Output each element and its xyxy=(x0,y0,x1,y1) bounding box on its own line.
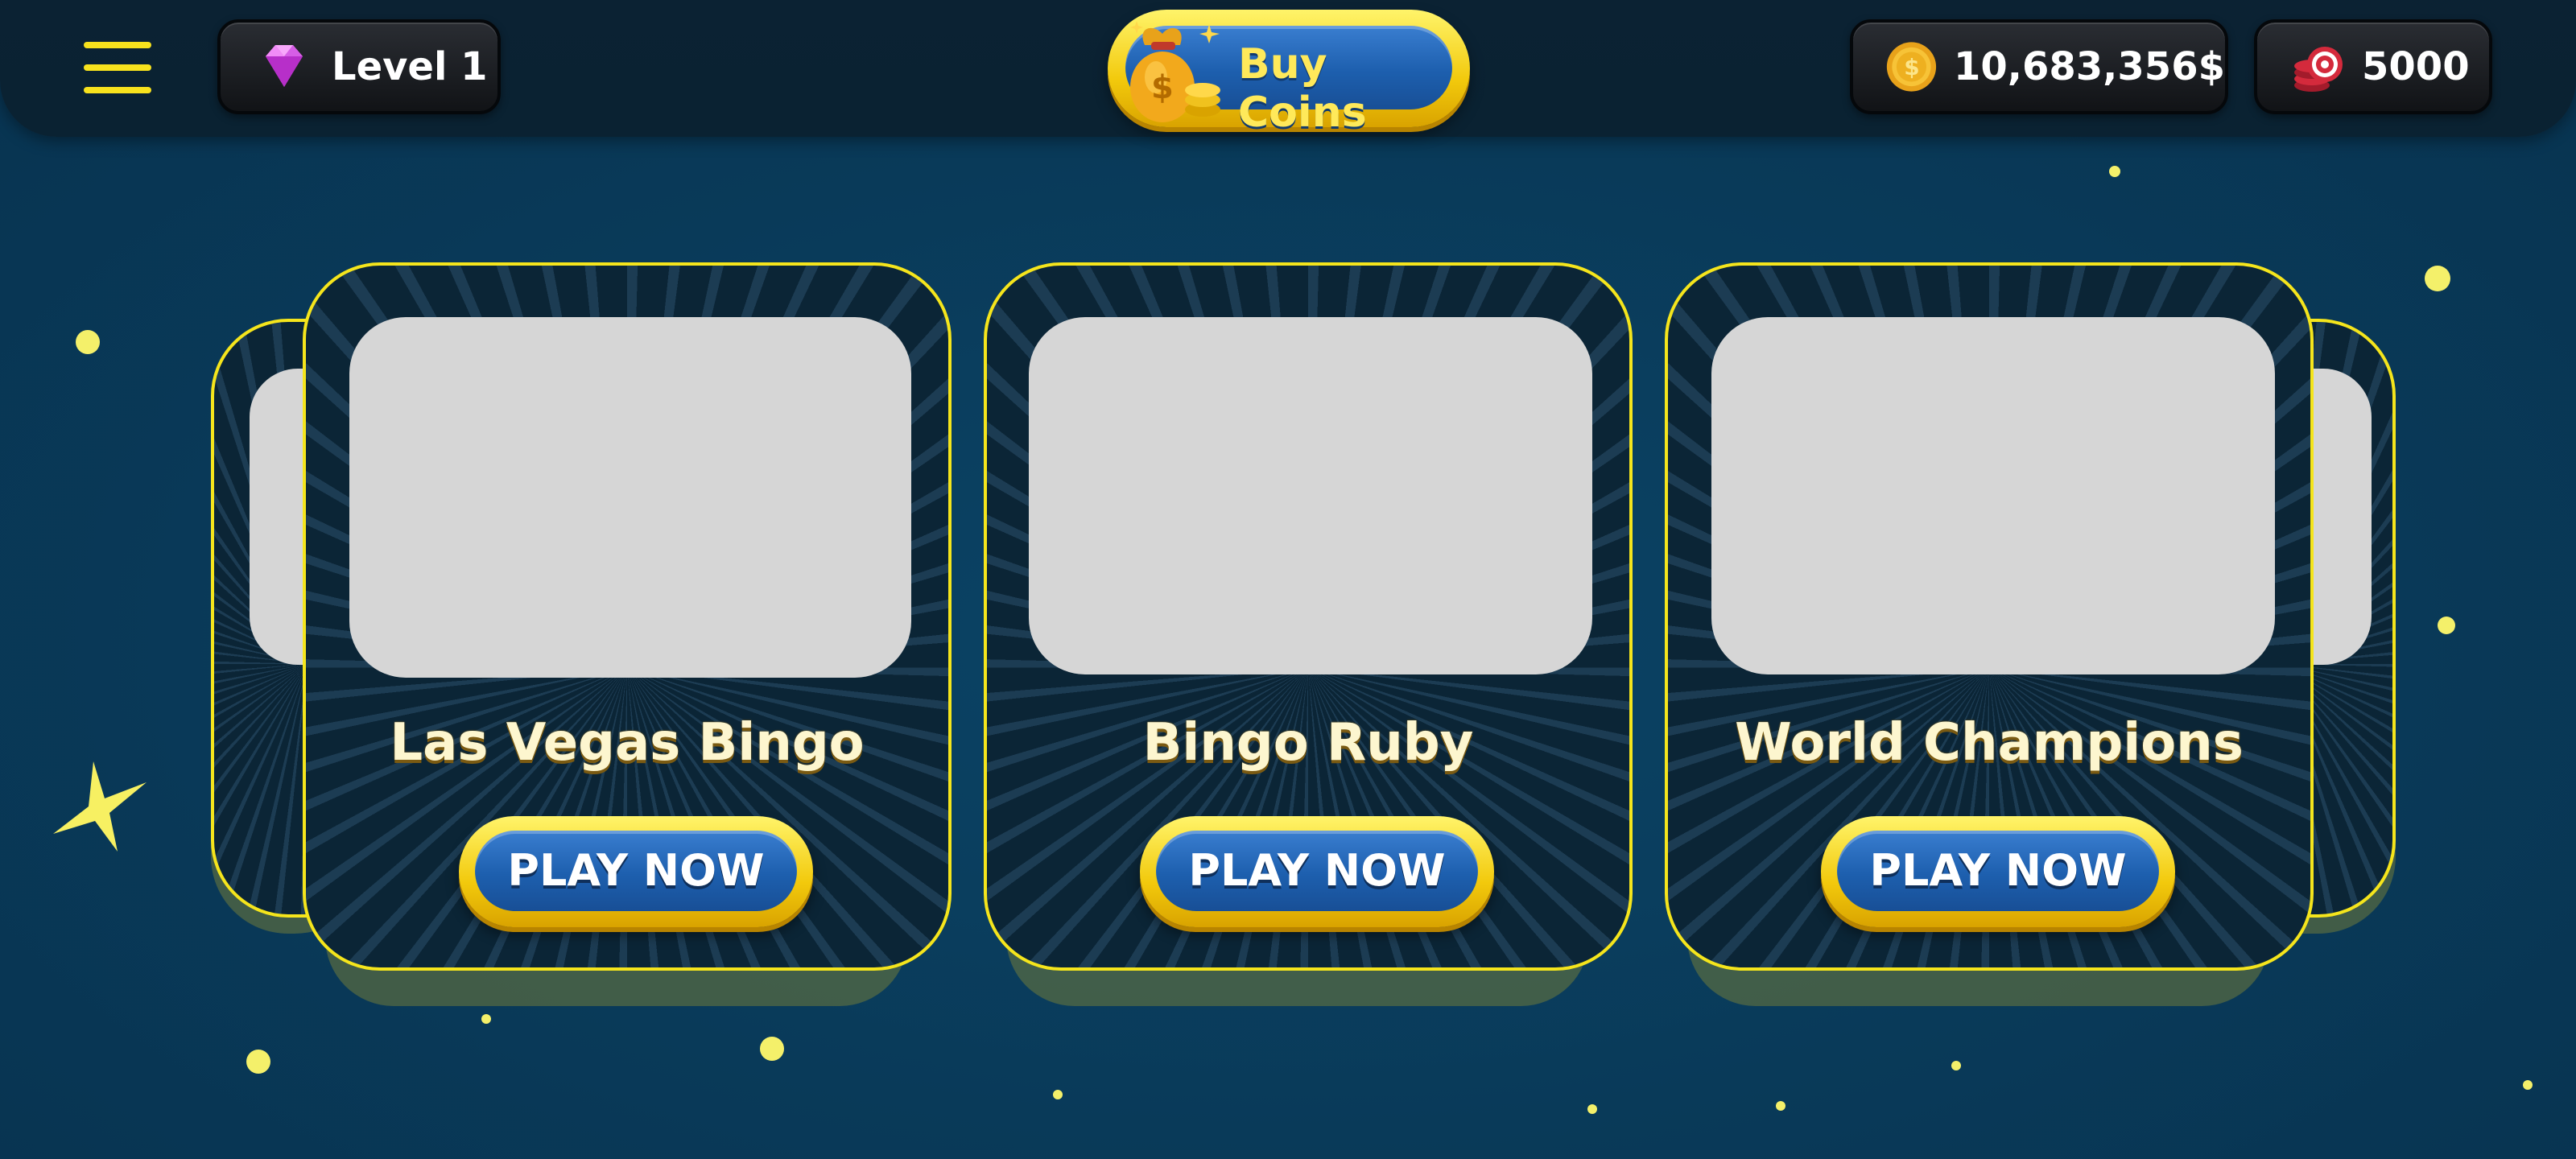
buy-coins-label: Buy Coins xyxy=(1238,40,1367,137)
lobby-screen: Level 1 $ Buy Coins $ 10,683,356$ 5000 L… xyxy=(0,0,2576,1159)
chips-value: 5000 xyxy=(2362,44,2470,89)
star-dot xyxy=(760,1037,784,1061)
play-now-button[interactable]: PLAY NOW xyxy=(1140,816,1494,927)
game-title: Las Vegas Bingo xyxy=(390,713,865,773)
svg-text:$: $ xyxy=(1904,54,1919,80)
gem-icon xyxy=(266,45,303,87)
star-dot xyxy=(481,1014,491,1024)
star-dot xyxy=(1776,1101,1785,1111)
coins-value: 10,683,356$ xyxy=(1953,44,2225,89)
star-dot xyxy=(246,1050,270,1074)
casino-chips-icon xyxy=(2294,47,2343,92)
buy-coins-button[interactable]: $ Buy Coins xyxy=(1108,10,1470,137)
star-dot xyxy=(2425,266,2450,291)
star-dot xyxy=(1951,1061,1961,1070)
coins-balance[interactable]: $ 10,683,356$ xyxy=(1850,19,2228,114)
chips-balance[interactable]: 5000 xyxy=(2254,19,2492,114)
game-thumbnail[interactable] xyxy=(1711,317,2275,674)
hamburger-menu-icon[interactable] xyxy=(84,42,151,93)
play-now-label: PLAY NOW xyxy=(1869,845,2127,896)
game-card[interactable]: Bingo Ruby PLAY NOW xyxy=(984,262,1633,971)
star-dot xyxy=(76,330,100,354)
game-thumbnail[interactable] xyxy=(349,317,911,678)
game-card[interactable]: World Champions PLAY NOW xyxy=(1665,262,2314,971)
star-dot xyxy=(2109,166,2120,177)
gold-coin-icon: $ xyxy=(1886,42,1937,92)
star-dot xyxy=(1587,1104,1597,1114)
game-card[interactable]: Las Vegas Bingo PLAY NOW xyxy=(303,262,952,971)
play-now-button[interactable]: PLAY NOW xyxy=(459,816,813,927)
play-now-label: PLAY NOW xyxy=(507,845,765,896)
money-bag-icon: $ xyxy=(1130,21,1220,122)
game-thumbnail[interactable] xyxy=(1029,317,1592,674)
star-dot xyxy=(2438,617,2455,634)
play-now-label: PLAY NOW xyxy=(1188,845,1446,896)
star-dot xyxy=(2523,1080,2533,1090)
svg-text:$: $ xyxy=(1151,69,1174,106)
level-label: Level 1 xyxy=(332,44,488,89)
top-bar: Level 1 $ Buy Coins $ 10,683,356$ 5000 xyxy=(0,0,2576,137)
star-dot xyxy=(1053,1090,1063,1099)
level-badge[interactable]: Level 1 xyxy=(217,19,501,114)
game-title: World Champions xyxy=(1735,713,2244,773)
sparkle-star-icon xyxy=(53,761,147,852)
play-now-button[interactable]: PLAY NOW xyxy=(1821,816,2175,927)
game-title: Bingo Ruby xyxy=(1142,713,1474,773)
